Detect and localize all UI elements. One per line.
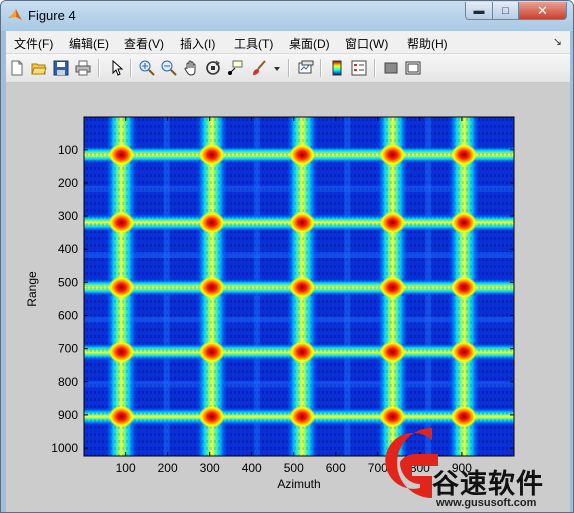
y-tick-label: 300 [58, 209, 78, 223]
y-tick-label: 1000 [51, 441, 78, 455]
point-target-peak [450, 211, 477, 234]
point-target-peak [289, 143, 316, 166]
hide-plot-tools-icon[interactable] [382, 59, 400, 77]
y-axis-label: Range [25, 271, 39, 307]
toolbar-separator [130, 59, 132, 77]
point-target-peak [450, 143, 477, 166]
menu-window[interactable]: 窗口(W) [345, 35, 388, 52]
brush-dropdown-icon[interactable] [272, 59, 282, 77]
point-target-peak [379, 340, 406, 363]
point-target-peak [108, 340, 135, 363]
close-icon: ✕ [537, 2, 548, 18]
show-plot-tools-icon[interactable] [404, 59, 422, 77]
point-target-peak [289, 340, 316, 363]
point-target-peak [450, 276, 477, 299]
open-file-icon[interactable] [30, 59, 48, 77]
close-button[interactable]: ✕ [518, 2, 567, 20]
y-tick-label: 900 [58, 408, 78, 422]
toolbar-separator [374, 59, 376, 77]
x-tick-label: 400 [242, 461, 262, 475]
menu-file[interactable]: 文件(F) [14, 35, 53, 52]
y-tick-label: 100 [58, 143, 78, 157]
y-tick-label: 800 [58, 375, 78, 389]
edit-plot-arrow-icon[interactable] [108, 59, 126, 77]
point-target-peak [198, 143, 225, 166]
matlab-logo-icon [8, 9, 22, 20]
point-target-peak [198, 276, 225, 299]
minimize-icon: ▬ [473, 4, 485, 17]
point-target-peak [108, 211, 135, 234]
toolbar-separator [98, 59, 100, 77]
colorbar-icon[interactable] [328, 59, 346, 77]
brush-icon[interactable] [250, 59, 268, 77]
zoom-in-icon[interactable] [138, 59, 156, 77]
toolbar-separator [320, 59, 322, 77]
title-bar[interactable]: Figure 4 ▬ □ ✕ [1, 1, 573, 31]
menubar-dock-arrow-icon[interactable]: ↘ [553, 35, 562, 48]
x-tick-label: 300 [200, 461, 220, 475]
x-tick-label: 600 [326, 461, 346, 475]
point-target-peak [108, 405, 135, 428]
point-target-peak [198, 405, 225, 428]
menu-view[interactable]: 查看(V) [124, 35, 164, 52]
point-target-peak [379, 143, 406, 166]
zoom-out-icon[interactable] [160, 59, 178, 77]
point-target-peak [379, 276, 406, 299]
print-icon[interactable] [74, 59, 92, 77]
point-target-peak [108, 276, 135, 299]
save-icon[interactable] [52, 59, 70, 77]
window-title: Figure 4 [28, 8, 76, 23]
maximize-icon: □ [502, 4, 509, 17]
rotate-3d-icon[interactable] [204, 59, 222, 77]
link-plot-icon[interactable] [297, 59, 315, 77]
menu-help[interactable]: 帮助(H) [407, 35, 448, 52]
y-tick-label: 400 [58, 242, 78, 256]
watermark-url: www.gususoft.com [436, 497, 537, 509]
point-target-peak [289, 276, 316, 299]
minimize-button[interactable]: ▬ [465, 2, 493, 20]
x-tick-label: 200 [158, 461, 178, 475]
menu-insert[interactable]: 插入(I) [180, 35, 215, 52]
y-tick-label: 600 [58, 308, 78, 322]
point-target-peak [198, 340, 225, 363]
x-axis-label: Azimuth [277, 477, 320, 491]
point-target-peak [289, 405, 316, 428]
point-target-peak [198, 211, 225, 234]
x-tick-label: 500 [284, 461, 304, 475]
y-tick-label: 200 [58, 176, 78, 190]
menu-desktop[interactable]: 桌面(D) [289, 35, 330, 52]
point-target-peak [108, 143, 135, 166]
menu-edit[interactable]: 编辑(E) [69, 35, 109, 52]
menu-bar: 文件(F) 编辑(E) 查看(V) 插入(I) 工具(T) 桌面(D) 窗口(W… [6, 31, 570, 54]
data-cursor-icon[interactable] [226, 59, 244, 77]
menu-tools[interactable]: 工具(T) [234, 35, 273, 52]
pan-hand-icon[interactable] [182, 59, 200, 77]
point-target-peak [289, 211, 316, 234]
y-tick-label: 500 [58, 275, 78, 289]
watermark-brand-text: 谷速软件 [432, 469, 544, 499]
point-target-peak [450, 340, 477, 363]
figure-toolbar [6, 54, 570, 83]
new-figure-icon[interactable] [8, 59, 26, 77]
legend-icon[interactable] [350, 59, 368, 77]
maximize-button[interactable]: □ [492, 2, 519, 20]
toolbar-separator [288, 59, 290, 77]
point-target-peak [379, 211, 406, 234]
y-tick-label: 700 [58, 342, 78, 356]
x-tick-label: 100 [116, 461, 136, 475]
